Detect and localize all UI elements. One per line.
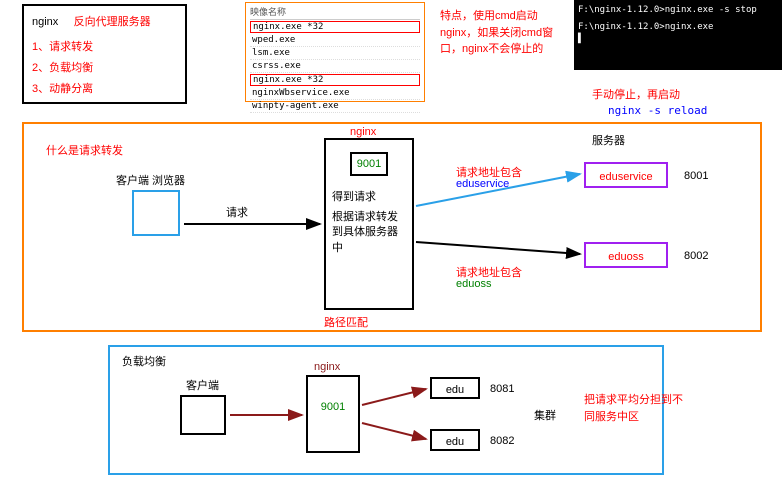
lb-svc1-port: 8081 [490, 383, 514, 395]
info-item-1: 1、请求转发 [32, 37, 177, 58]
task-row: nginxWbservice.exe [250, 87, 420, 100]
cmd-note-line: nginx，如果关闭cmd窗 [440, 25, 553, 42]
lb-title: 负载均衡 [122, 353, 166, 369]
info-item-2: 2、负载均衡 [32, 58, 177, 79]
svc2-port: 8002 [684, 250, 708, 262]
stop-note: 手动停止，再启动 [592, 86, 680, 102]
servers-label: 服务器 [592, 132, 625, 148]
lb-svc1-box: edu [430, 377, 480, 399]
nginx-port: 9001 [350, 152, 388, 176]
task-row-hl: nginx.exe *32 [250, 74, 420, 86]
request-label: 请求 [226, 204, 248, 220]
cmd-note: 特点，使用cmd启动 nginx，如果关闭cmd窗 口，nginx不会停止的 [440, 8, 553, 58]
term-cursor: ▌ [578, 33, 778, 46]
task-row: winpty-agent.exe [250, 100, 420, 113]
svc1-box: eduservice [584, 162, 668, 188]
lb-note-line: 同服务中区 [584, 409, 683, 426]
task-header: 映像名称 [250, 5, 420, 20]
loadbalance-diagram: 负载均衡 客户端 nginx 9001 edu 8081 edu 8082 集群 [108, 345, 664, 475]
question-label: 什么是请求转发 [46, 142, 123, 158]
lb-cluster-label: 集群 [534, 407, 556, 423]
term-line: F:\nginx-1.12.0>nginx.exe -s stop [578, 4, 778, 17]
info-box: nginx 反向代理服务器 1、请求转发 2、负载均衡 3、动静分离 [22, 4, 187, 104]
task-row-hl: nginx.exe *32 [250, 21, 420, 33]
info-title-right: 反向代理服务器 [74, 16, 151, 28]
term-line: F:\nginx-1.12.0>nginx.exe [578, 21, 778, 34]
forward-diagram: 什么是请求转发 客户端 浏览器 请求 nginx 9001 得到请求 根据请求转… [22, 122, 762, 332]
task-row: lsm.exe [250, 47, 420, 60]
lb-nginx-port: 9001 [308, 401, 358, 413]
nginx-route-line: 根据请求转发 [332, 210, 406, 225]
client-box [132, 190, 180, 236]
nginx-route-line: 中 [332, 241, 406, 256]
info-title-left: nginx [32, 16, 58, 28]
lb-svc2-port: 8082 [490, 435, 514, 447]
lb-svc2-box: edu [430, 429, 480, 451]
reload-cmd: nginx -s reload [608, 104, 707, 117]
svc1-port: 8001 [684, 170, 708, 182]
task-row: wped.exe [250, 34, 420, 47]
svc2-box: eduoss [584, 242, 668, 268]
cmd-note-line: 特点，使用cmd启动 [440, 8, 553, 25]
lb-note-line: 把请求平均分担到不 [584, 392, 683, 409]
task-row: csrss.exe [250, 60, 420, 73]
info-item-3: 3、动静分离 [32, 79, 177, 100]
svc1-key: eduservice [456, 178, 509, 190]
nginx-label: nginx [350, 126, 376, 138]
lb-client-label: 客户端 [186, 377, 219, 393]
lb-nginx-box: 9001 [306, 375, 360, 453]
nginx-got: 得到请求 [332, 188, 406, 204]
lb-nginx-label: nginx [314, 361, 340, 373]
cmd-note-line: 口，nginx不会停止的 [440, 41, 553, 58]
svc2-key: eduoss [456, 278, 491, 290]
lb-client-box [180, 395, 226, 435]
nginx-route-line: 到具体服务器 [332, 225, 406, 240]
lb-note: 把请求平均分担到不 同服务中区 [584, 392, 683, 425]
task-list: 映像名称 nginx.exe *32 wped.exe lsm.exe csrs… [245, 2, 425, 102]
path-match-label: 路径匹配 [324, 314, 368, 330]
client-label: 客户端 浏览器 [116, 172, 185, 188]
terminal: F:\nginx-1.12.0>nginx.exe -s stop F:\ngi… [574, 0, 782, 70]
nginx-box: 9001 得到请求 根据请求转发 到具体服务器 中 [324, 138, 414, 310]
